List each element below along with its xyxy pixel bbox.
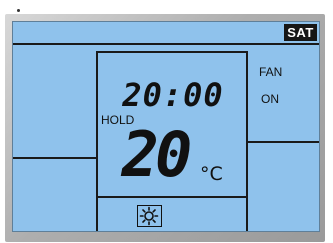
clock-readout: 20:00 xyxy=(122,76,224,114)
divider-right-horizontal xyxy=(246,141,319,143)
temperature-readout: 20 xyxy=(121,118,193,191)
fan-state: ON xyxy=(261,92,279,106)
divider-left-vertical xyxy=(96,51,98,231)
divider-top xyxy=(13,43,319,45)
day-of-week-badge: SAT xyxy=(284,24,317,41)
mode-button[interactable] xyxy=(137,205,162,227)
sun-icon xyxy=(139,206,159,226)
fan-label: FAN xyxy=(259,65,283,79)
divider-left-horizontal xyxy=(13,157,97,159)
temperature-unit: °C xyxy=(200,163,223,185)
corner-mark xyxy=(17,9,20,12)
divider-center-top xyxy=(96,51,247,53)
divider-center-bottom xyxy=(96,196,247,198)
